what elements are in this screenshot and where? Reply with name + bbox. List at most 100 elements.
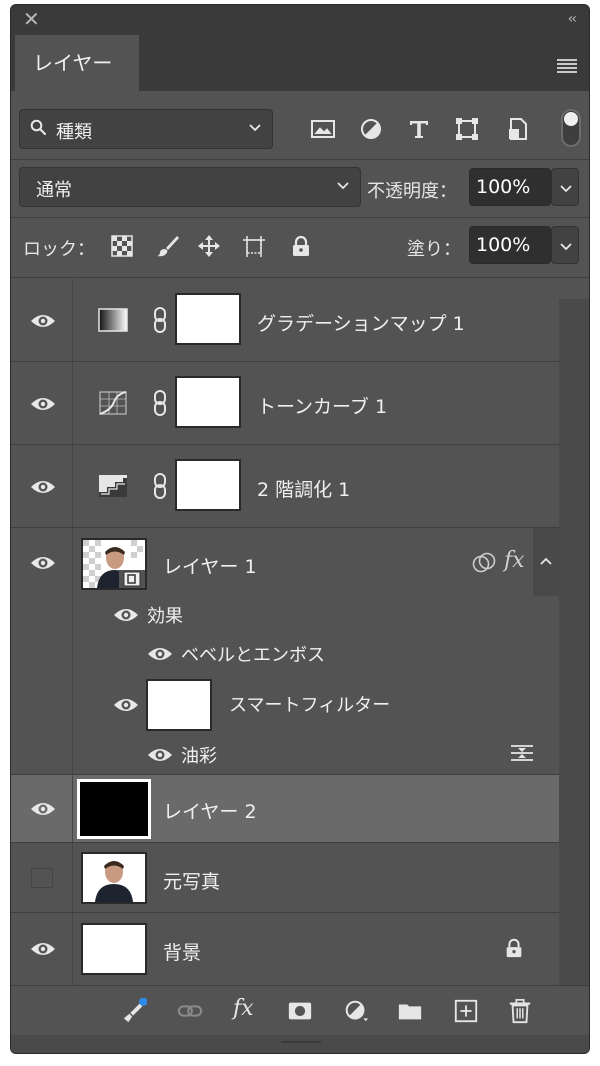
layer-thumbnail[interactable] (77, 779, 151, 839)
threshold-icon (99, 475, 127, 497)
eye-icon[interactable] (113, 606, 139, 624)
lock-transparent-pixels-icon[interactable] (110, 234, 134, 258)
portrait-thumbnail[interactable] (81, 852, 147, 904)
new-layer-icon[interactable] (453, 998, 479, 1024)
filter-toggle-knob (564, 112, 578, 126)
scrollbar-top (559, 279, 589, 299)
layers-scrollbar[interactable] (559, 279, 589, 985)
new-group-icon[interactable] (397, 998, 423, 1024)
smart-filter-mask-thumbnail[interactable] (146, 679, 212, 731)
blend-mode-select[interactable]: 通常 (19, 167, 361, 207)
close-icon[interactable]: ✕ (23, 9, 40, 29)
eye-icon[interactable] (30, 800, 56, 818)
clear-filter-brush-icon[interactable] (121, 998, 147, 1024)
text-filter-icon[interactable] (405, 115, 433, 143)
layer-row[interactable]: 背景 (11, 913, 559, 985)
shape-filter-icon[interactable] (453, 115, 481, 143)
panel-menu-icon[interactable] (557, 59, 577, 73)
layer-row-selected[interactable]: レイヤー 2 (11, 775, 559, 843)
visibility-toggle-empty[interactable] (31, 868, 53, 888)
eye-icon[interactable] (113, 696, 139, 714)
effect-item-name[interactable]: ベベルとエンボス (181, 641, 325, 667)
chevron-up-icon (540, 557, 552, 565)
eye-icon[interactable] (147, 746, 173, 764)
fill-label: 塗り： (407, 239, 461, 260)
effects-label[interactable]: 効果 (147, 602, 183, 628)
smart-filter-link-icon (472, 552, 496, 573)
mask-thumbnail[interactable] (175, 459, 241, 511)
chevron-down-icon (337, 182, 349, 190)
eye-icon[interactable] (30, 312, 56, 330)
layer-row[interactable]: トーンカーブ 1 (11, 362, 559, 445)
layer-name: トーンカーブ 1 (257, 396, 388, 418)
layer-row[interactable]: グラデーションマップ 1 (11, 279, 559, 362)
opacity-input[interactable]: 100% (469, 168, 551, 206)
panel-resize-footer[interactable] (11, 1035, 589, 1053)
filter-blending-options-icon[interactable] (509, 742, 535, 764)
mask-thumbnail[interactable] (175, 376, 241, 428)
eye-icon[interactable] (30, 940, 56, 958)
link-layers-icon[interactable] (177, 998, 203, 1024)
delete-layer-icon[interactable] (507, 998, 533, 1024)
visibility-column (11, 445, 73, 527)
layers-list: グラデーションマップ 1 トーンカーブ 1 2 階調化 1 レイヤー 1 fx … (11, 279, 559, 985)
tab-layers-label: レイヤー (33, 51, 113, 75)
fill-input[interactable]: 100% (469, 226, 551, 264)
filter-toggle[interactable] (561, 109, 581, 147)
lock-artboard-icon[interactable] (242, 234, 266, 258)
image-filter-icon[interactable] (309, 115, 337, 143)
collapse-effects-toggle[interactable] (533, 528, 559, 596)
fx-badge[interactable]: fx (504, 548, 525, 573)
layer-row[interactable]: レイヤー 1 fx 効果 ベベルとエンボス スマートフィルター 油彩 (11, 528, 559, 775)
visibility-column (11, 528, 73, 774)
add-mask-icon[interactable] (287, 998, 313, 1024)
adjustment-filter-icon[interactable] (357, 115, 385, 143)
lock-position-icon[interactable] (197, 234, 221, 258)
filter-kind-select[interactable]: 種類 (19, 109, 273, 149)
layer-name: 2 階調化 1 (257, 479, 351, 501)
chain-link-icon[interactable] (152, 307, 168, 333)
layer-thumbnail[interactable] (81, 923, 147, 975)
layer-row[interactable]: 2 階調化 1 (11, 445, 559, 528)
visibility-column (11, 279, 73, 361)
smart-object-filter-icon[interactable] (503, 115, 531, 143)
smart-filter-item-name[interactable]: 油彩 (181, 742, 217, 768)
chevron-down-icon (249, 124, 261, 132)
eye-icon[interactable] (30, 478, 56, 496)
smart-filters-label[interactable]: スマートフィルター (229, 691, 390, 717)
filter-kind-label: 種類 (56, 122, 92, 143)
chain-link-icon[interactable] (152, 390, 168, 416)
fill-dropdown[interactable] (551, 226, 579, 264)
visibility-column (11, 913, 73, 985)
lock-image-pixels-icon[interactable] (156, 234, 180, 258)
layer-name: レイヤー 1 (163, 556, 257, 578)
lock-icon (506, 938, 522, 958)
opacity-label: 不透明度： (367, 181, 457, 202)
divider (11, 217, 589, 218)
lock-label: ロック： (23, 239, 95, 260)
visibility-column (11, 775, 73, 842)
mask-thumbnail[interactable] (175, 293, 241, 345)
eye-icon[interactable] (30, 554, 56, 572)
tab-bar: レイヤー (11, 35, 589, 91)
layer-name: グラデーションマップ 1 (257, 313, 465, 335)
chain-link-icon[interactable] (152, 473, 168, 499)
portrait-smart-thumbnail[interactable] (81, 538, 147, 590)
layers-bottom-bar: fx (11, 985, 589, 1035)
lock-all-icon[interactable] (289, 234, 313, 258)
chevron-down-icon (560, 243, 572, 251)
layer-name: 元写真 (163, 871, 221, 893)
resize-grip (281, 1041, 321, 1043)
collapse-panel-icon[interactable]: ‹‹ (568, 11, 577, 27)
layer-style-icon[interactable]: fx (233, 996, 254, 1021)
blend-mode-value: 通常 (36, 180, 72, 201)
opacity-dropdown[interactable] (551, 168, 579, 206)
new-adjustment-icon[interactable] (343, 998, 369, 1024)
layer-row[interactable]: 元写真 (11, 843, 559, 913)
tab-layers[interactable]: レイヤー (15, 35, 139, 91)
search-icon (30, 119, 46, 135)
panel-title-bar: ✕ ‹‹ (11, 5, 589, 35)
eye-icon[interactable] (30, 395, 56, 413)
eye-icon[interactable] (147, 645, 173, 663)
divider (11, 159, 589, 160)
